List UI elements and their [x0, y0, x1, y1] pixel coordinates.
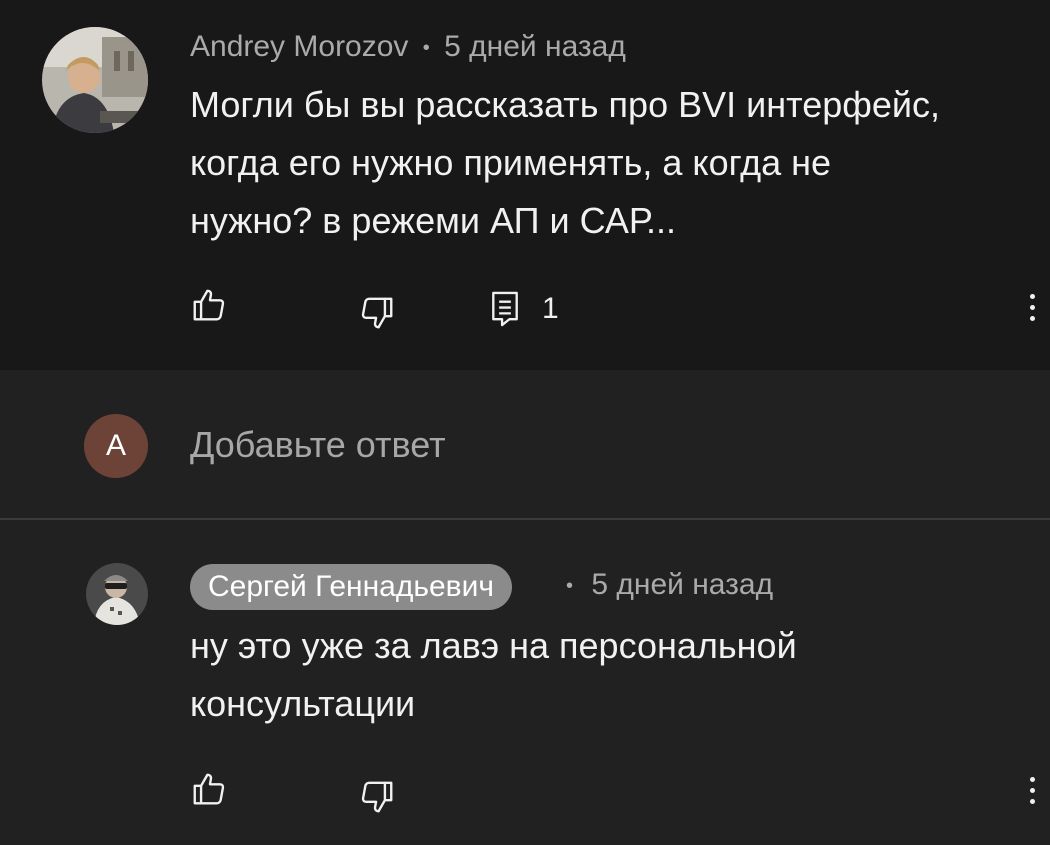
comment-text-line: когда его нужно применять, а когда не: [190, 142, 832, 183]
comment-icon: [492, 291, 518, 327]
comment-card: Andrey Morozov • 5 дней назад Могли бы в…: [0, 0, 1050, 370]
reply-time-line: • 5 дней назад: [566, 568, 773, 602]
more-vert-icon[interactable]: [1027, 294, 1037, 321]
reply-text: ну это уже за лавэ на персональной консу…: [190, 617, 797, 733]
user-avatar: A: [84, 414, 148, 478]
reply-count: 1: [542, 292, 559, 325]
author-line: Andrey Morozov • 5 дней назад: [190, 30, 626, 64]
comment-text: Могли бы вы рассказать про BVI интерфейс…: [190, 76, 940, 250]
reply-time[interactable]: 5 дней назад: [591, 568, 773, 601]
author-name[interactable]: Andrey Morozov: [190, 30, 408, 63]
reply-dislike-button[interactable]: [358, 778, 396, 816]
reply-author-chip[interactable]: Сергей Геннадьевич: [190, 564, 512, 610]
divider: [0, 518, 1050, 520]
dislike-button[interactable]: [358, 294, 396, 332]
thumb-down-icon: [361, 781, 393, 813]
thumb-up-icon: [193, 773, 225, 805]
replies-button[interactable]: 1: [490, 290, 559, 328]
comment-time[interactable]: 5 дней назад: [444, 30, 626, 63]
comment-text-line: Могли бы вы рассказать про BVI интерфейс…: [190, 84, 940, 125]
reply-text-line: консультации: [190, 683, 416, 724]
separator-dot: •: [566, 574, 574, 597]
like-button[interactable]: [190, 286, 228, 324]
reply-avatar[interactable]: [86, 563, 148, 625]
separator-dot: •: [422, 36, 430, 59]
avatar[interactable]: [42, 27, 148, 133]
comment-text-line: нужно? в режеми АП и САР...: [190, 200, 677, 241]
thumb-up-icon: [193, 289, 225, 321]
reply-like-button[interactable]: [190, 770, 228, 808]
reply-input-row[interactable]: [0, 370, 1050, 520]
reply-text-line: ну это уже за лавэ на персональной: [190, 625, 797, 666]
reply-input[interactable]: Добавьте ответ: [190, 424, 446, 466]
more-vert-icon[interactable]: [1027, 777, 1037, 804]
thumb-down-icon: [361, 297, 393, 329]
